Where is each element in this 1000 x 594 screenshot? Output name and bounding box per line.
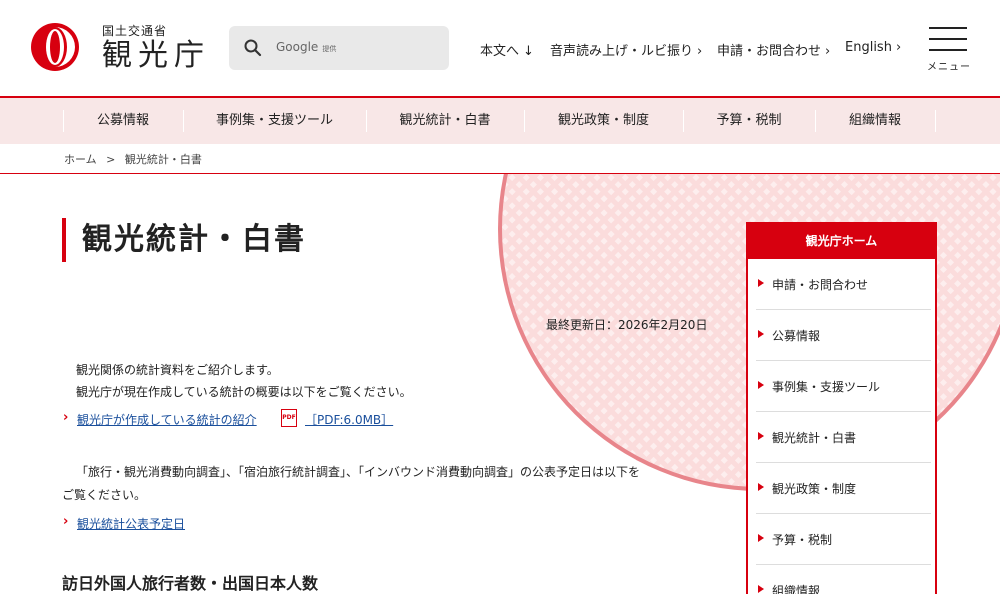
agency-name: 観光庁 (102, 38, 210, 73)
triangle-right-icon (758, 330, 764, 338)
read-aloud-label: 音声読み上げ・ルビ振り (550, 44, 694, 59)
side-item-label: 観光統計・白書 (772, 431, 857, 445)
nav-item-public-offering[interactable]: 公募情報 (63, 98, 183, 144)
skip-label: 本文へ (480, 44, 520, 59)
chevron-right-icon: › (63, 514, 69, 529)
pdf-icon: PDF (281, 409, 297, 427)
side-item-label: 観光政策・制度 (772, 482, 857, 496)
chevron-right-icon: › (63, 410, 69, 425)
nav-item-policy[interactable]: 観光政策・制度 (524, 98, 683, 144)
site-header: 国土交通省 観光庁 Google 提供 本文へ ↓ 音声読み上げ・ルビ振り › 申請・… (0, 0, 1000, 96)
ministry-name: 国土交通省 (102, 24, 168, 38)
triangle-right-icon (758, 279, 764, 287)
nav-item-statistics[interactable]: 観光統計・白書 (366, 98, 524, 144)
side-item-organization[interactable]: 組織情報 (756, 565, 931, 594)
hamburger-icon (929, 27, 967, 29)
chevron-right-icon: › (895, 40, 902, 55)
global-nav: 公募情報 事例集・支援ツール 観光統計・白書 観光政策・制度 予算・税制 組織情… (0, 96, 1000, 144)
triangle-right-icon (758, 483, 764, 491)
side-item-statistics[interactable]: 観光統計・白書 (756, 412, 931, 463)
side-item-case-studies[interactable]: 事例集・支援ツール (756, 361, 931, 412)
side-item-public-offering[interactable]: 公募情報 (756, 310, 931, 361)
nav-item-organization[interactable]: 組織情報 (815, 98, 935, 144)
arrow-down-icon: ↓ (523, 44, 534, 59)
menu-label: メニュー (927, 62, 971, 73)
side-item-policy[interactable]: 観光政策・制度 (756, 463, 931, 514)
schedule-text-line2: ご覧ください。 (62, 488, 147, 502)
side-item-contact[interactable]: 申請・お問合わせ (756, 259, 931, 310)
triangle-right-icon (758, 585, 764, 593)
breadcrumb-home[interactable]: ホーム (64, 153, 97, 166)
intro-text-line2: 観光庁が現在作成している統計の概要は以下をご覧ください。 (76, 385, 412, 399)
contact-link[interactable]: 申請・お問合わせ › (717, 40, 830, 59)
search-provided: 提供 (322, 45, 337, 53)
search-box[interactable]: Google 提供 (229, 26, 449, 70)
read-aloud-link[interactable]: 音声読み上げ・ルビ振り › (550, 40, 702, 59)
side-nav-heading[interactable]: 観光庁ホーム (748, 224, 935, 259)
triangle-right-icon (758, 381, 764, 389)
triangle-right-icon (758, 534, 764, 542)
schedule-text-line1: 「旅行・観光消費動向調査」、「宿泊旅行統計調査」、「インバウンド消費動向調査」の… (76, 465, 641, 479)
menu-button[interactable]: メニュー (927, 27, 971, 73)
search-brand: Google (276, 40, 319, 54)
chevron-right-icon: › (697, 44, 703, 59)
english-link[interactable]: English › (845, 40, 901, 55)
last-updated: 最終更新日：2026年2月20日 (546, 318, 708, 332)
side-item-label: 事例集・支援ツール (772, 380, 881, 394)
side-nav: 観光庁ホーム 申請・お問合わせ 公募情報 事例集・支援ツール 観光統計・白書 観… (746, 222, 937, 594)
hamburger-icon-bar (929, 49, 967, 51)
chevron-right-icon: › (825, 44, 831, 59)
statistics-intro-pdf-size[interactable]: ［PDF:6.0MB］ (305, 411, 393, 428)
search-icon[interactable] (243, 38, 263, 58)
hamburger-icon-bar (929, 38, 967, 40)
side-item-label: 予算・税制 (772, 533, 833, 547)
nav-divider (935, 110, 936, 132)
agency-logo[interactable]: 国土交通省 観光庁 (102, 22, 210, 72)
triangle-right-icon (758, 432, 764, 440)
side-item-label: 公募情報 (772, 329, 821, 343)
section-heading: 訪日外国人旅行者数・出国日本人数 (62, 574, 319, 593)
nav-item-budget[interactable]: 予算・税制 (683, 98, 815, 144)
side-item-label: 申請・お問合わせ (772, 278, 869, 292)
intro-text-line1: 観光関係の統計資料をご紹介します。 (76, 363, 279, 377)
breadcrumb: ホーム > 観光統計・白書 (64, 151, 208, 167)
statistics-intro-link[interactable]: 観光庁が作成している統計の紹介 (77, 411, 257, 428)
search-placeholder: Google 提供 (276, 40, 336, 54)
side-item-label: 組織情報 (772, 584, 821, 594)
nav-item-case-studies[interactable]: 事例集・支援ツール (183, 98, 366, 144)
skip-to-content-link[interactable]: 本文へ ↓ (480, 40, 534, 59)
release-schedule-link[interactable]: 観光統計公表予定日 (77, 515, 185, 532)
english-label: English (845, 40, 892, 55)
contact-label: 申請・お問合わせ (717, 44, 822, 59)
breadcrumb-separator: > (106, 153, 116, 166)
agency-logo-icon[interactable] (30, 22, 80, 72)
breadcrumb-current: 観光統計・白書 (124, 153, 202, 166)
side-item-budget[interactable]: 予算・税制 (756, 514, 931, 565)
page-title: 観光統計・白書 (62, 218, 306, 262)
